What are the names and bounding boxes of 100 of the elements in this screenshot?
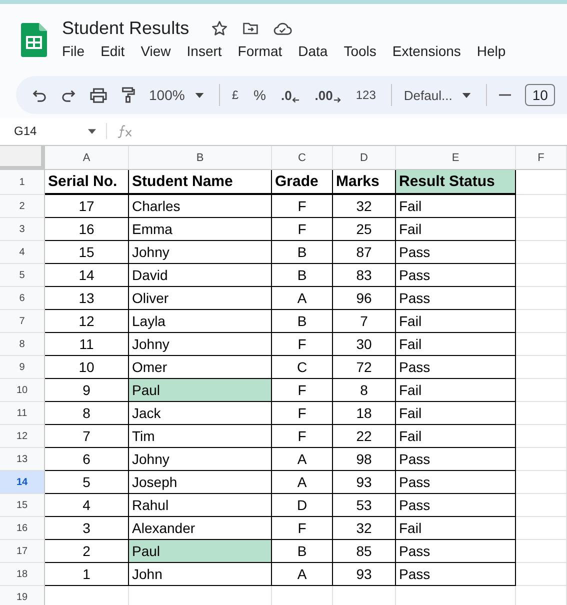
table-cell: 85 bbox=[333, 540, 396, 563]
table-cell: Oliver bbox=[129, 287, 272, 310]
table-cell: Pass bbox=[396, 356, 516, 379]
row-header[interactable]: 13 bbox=[0, 448, 45, 471]
empty-cell bbox=[516, 494, 567, 517]
table-cell: F bbox=[272, 425, 333, 448]
menu-item[interactable]: Data bbox=[298, 43, 328, 59]
table-cell: 7 bbox=[333, 310, 396, 333]
increase-decimal-button[interactable]: .00 bbox=[314, 88, 341, 102]
table-cell: Joseph bbox=[129, 471, 272, 494]
caret-icon bbox=[194, 92, 204, 98]
table-cell: B bbox=[272, 241, 333, 264]
table-cell: 32 bbox=[333, 195, 396, 218]
row-header[interactable]: 1 bbox=[0, 170, 45, 195]
decrease-decimal-button[interactable]: .0 bbox=[280, 88, 300, 102]
empty-cell bbox=[516, 310, 567, 333]
right-arrow-icon bbox=[332, 96, 341, 102]
function-icon bbox=[117, 124, 133, 138]
table-cell: Fail bbox=[396, 310, 516, 333]
table-cell: 13 bbox=[45, 287, 129, 310]
table-cell: Layla bbox=[129, 310, 272, 333]
font-size-field[interactable]: 10 bbox=[525, 84, 555, 106]
table-cell: F bbox=[272, 402, 333, 425]
table-cell: Pass bbox=[396, 563, 516, 586]
menu-item[interactable]: Tools bbox=[344, 43, 376, 59]
table-header-cell: Serial No. bbox=[45, 170, 129, 195]
table-cell: 30 bbox=[333, 333, 396, 356]
table-cell: C bbox=[272, 356, 333, 379]
print-icon[interactable] bbox=[90, 88, 107, 102]
row-header[interactable]: 7 bbox=[0, 310, 45, 333]
table-cell: Fail bbox=[396, 218, 516, 241]
row-header[interactable]: 14 bbox=[0, 471, 45, 494]
empty-cell bbox=[516, 379, 567, 402]
table-cell: 22 bbox=[333, 425, 396, 448]
empty-cell bbox=[516, 333, 567, 356]
paint-roller-icon[interactable] bbox=[121, 87, 135, 103]
percent-button[interactable]: % bbox=[254, 87, 266, 103]
cell-reference-field[interactable]: G14 bbox=[0, 124, 96, 138]
row-header[interactable]: 18 bbox=[0, 563, 45, 586]
minus-icon[interactable] bbox=[499, 94, 512, 96]
cloud-check-icon[interactable] bbox=[273, 22, 292, 36]
row-header[interactable]: 11 bbox=[0, 402, 45, 425]
font-select[interactable]: Defaul... bbox=[404, 88, 472, 102]
table-cell: 96 bbox=[333, 287, 396, 310]
number-format-button[interactable]: 123 bbox=[356, 88, 376, 102]
row-header[interactable]: 15 bbox=[0, 494, 45, 517]
table-cell: 93 bbox=[333, 563, 396, 586]
table-cell: David bbox=[129, 264, 272, 287]
row-header[interactable]: 5 bbox=[0, 264, 45, 287]
redo-icon[interactable] bbox=[61, 88, 76, 102]
table-cell: 93 bbox=[333, 471, 396, 494]
table-cell: 11 bbox=[45, 333, 129, 356]
caret-icon bbox=[88, 128, 96, 134]
row-header[interactable]: 10 bbox=[0, 379, 45, 402]
table-cell: 18 bbox=[333, 402, 396, 425]
menu-item[interactable]: Help bbox=[476, 43, 506, 59]
menu-item[interactable]: Extensions bbox=[392, 43, 461, 59]
column-header[interactable]: D bbox=[333, 146, 396, 170]
move-folder-icon[interactable] bbox=[242, 21, 260, 36]
empty-cell bbox=[516, 471, 567, 494]
table-cell: 5 bbox=[45, 471, 129, 494]
table-cell: 10 bbox=[45, 356, 129, 379]
table-cell: Johny bbox=[129, 241, 272, 264]
column-header[interactable]: C bbox=[272, 146, 333, 170]
table-cell: A bbox=[272, 448, 333, 471]
table-cell: Pass bbox=[396, 448, 516, 471]
menu-item[interactable]: View bbox=[140, 43, 171, 59]
row-header[interactable]: 8 bbox=[0, 333, 45, 356]
table-cell: Johny bbox=[129, 448, 272, 471]
undo-icon[interactable] bbox=[32, 88, 47, 102]
menu-item[interactable]: Edit bbox=[100, 43, 125, 59]
column-header[interactable]: E bbox=[396, 146, 516, 170]
row-header[interactable]: 3 bbox=[0, 218, 45, 241]
row-header[interactable]: 6 bbox=[0, 287, 45, 310]
column-header[interactable]: F bbox=[516, 146, 567, 170]
menu-item[interactable]: Format bbox=[238, 43, 282, 59]
empty-cell bbox=[516, 425, 567, 448]
row-header[interactable]: 9 bbox=[0, 356, 45, 379]
table-cell: Paul bbox=[129, 379, 272, 402]
table-cell: 1 bbox=[45, 563, 129, 586]
menu-item[interactable]: Insert bbox=[186, 43, 222, 59]
row-header[interactable]: 17 bbox=[0, 540, 45, 563]
menu-item[interactable]: File bbox=[62, 43, 85, 59]
zoom-select[interactable]: 100% bbox=[149, 87, 204, 103]
table-cell: A bbox=[272, 287, 333, 310]
table-cell: 32 bbox=[333, 517, 396, 540]
currency-button[interactable]: £ bbox=[232, 88, 238, 102]
star-icon[interactable] bbox=[211, 20, 228, 37]
table-cell: Pass bbox=[396, 540, 516, 563]
column-header[interactable]: B bbox=[129, 146, 272, 170]
row-header[interactable]: 2 bbox=[0, 195, 45, 218]
row-header[interactable]: 19 bbox=[0, 586, 45, 605]
document-title[interactable]: Student Results bbox=[62, 18, 190, 39]
row-header[interactable]: 4 bbox=[0, 241, 45, 264]
sheets-logo-icon[interactable] bbox=[21, 23, 47, 57]
column-header[interactable]: A bbox=[45, 146, 129, 170]
table-cell: Fail bbox=[396, 195, 516, 218]
row-header[interactable]: 16 bbox=[0, 517, 45, 540]
empty-cell bbox=[516, 241, 567, 264]
row-header[interactable]: 12 bbox=[0, 425, 45, 448]
